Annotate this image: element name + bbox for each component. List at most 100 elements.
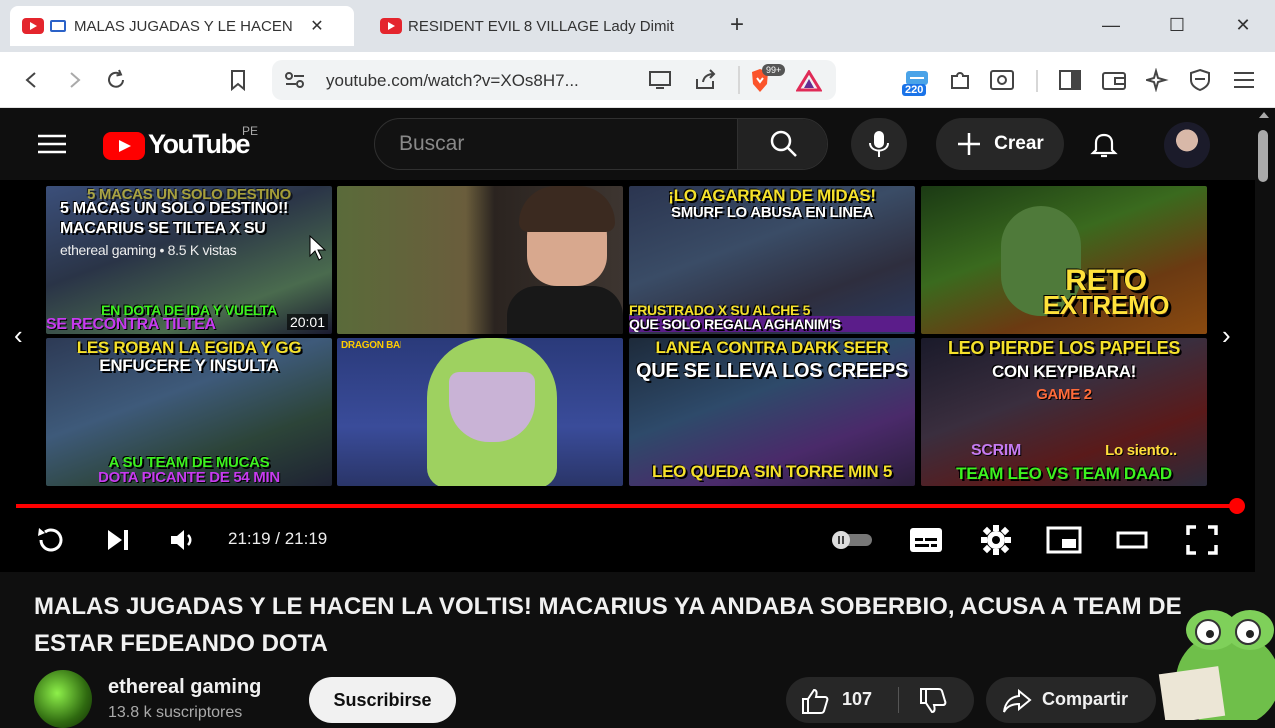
screen-share-icon: [50, 20, 66, 32]
miniplayer-button[interactable]: [1044, 522, 1084, 558]
subscribe-button[interactable]: Suscribirse: [309, 677, 456, 723]
streamer-hair: [519, 186, 615, 232]
close-window-button[interactable]: ✕: [1228, 10, 1258, 40]
endscreen-video-card[interactable]: 5 MACAS UN SOLO DESTINO 5 MACAS UN SOLO …: [46, 186, 332, 334]
microphone-icon: [869, 131, 889, 157]
reload-button[interactable]: [100, 64, 132, 96]
extensions-button[interactable]: [944, 64, 976, 96]
video-player[interactable]: ‹ › 5 MACAS UN SOLO DESTINO 5 MACAS UN S…: [0, 180, 1255, 572]
card-caption: GAME 2: [1036, 386, 1092, 403]
voice-search-button[interactable]: [851, 118, 907, 170]
endscreen-next-arrow-icon[interactable]: ›: [1222, 320, 1231, 351]
browser-tab-strip: MALAS JUGADAS Y LE HACEN ✕ RESIDENT EVIL…: [0, 0, 1275, 52]
region-code: PE: [242, 124, 259, 138]
next-video-button[interactable]: [98, 522, 138, 558]
browser-tab[interactable]: RESIDENT EVIL 8 VILLAGE Lady Dimit: [368, 6, 718, 46]
youtube-logo-text[interactable]: YouTube: [148, 129, 250, 160]
subtitles-button[interactable]: [906, 522, 946, 558]
notifications-bell-icon[interactable]: [1090, 130, 1118, 160]
theater-mode-button[interactable]: [1112, 522, 1152, 558]
settings-button[interactable]: [976, 522, 1016, 558]
new-tab-button[interactable]: +: [722, 10, 752, 40]
progress-bar[interactable]: [16, 504, 1239, 508]
menu-button[interactable]: [1228, 64, 1260, 96]
endscreen-video-card[interactable]: [337, 186, 623, 334]
url-text: youtube.com/watch?v=XOs8H7...: [326, 71, 579, 90]
cast-icon[interactable]: [648, 70, 672, 90]
card-hover-title-2: MACARIUS SE TILTEA X SU: [60, 220, 266, 237]
share-arrow-icon: [1003, 688, 1032, 713]
endscreen-video-card[interactable]: DRAGON BALL Z: [337, 338, 623, 486]
replay-icon: [38, 528, 63, 552]
extension-count-badge: 220: [902, 84, 927, 96]
autoplay-toggle-icon: [832, 531, 872, 549]
like-button[interactable]: 107: [786, 677, 898, 723]
maximize-button[interactable]: ☐: [1162, 10, 1192, 40]
volume-icon: [171, 530, 192, 550]
guide-menu-icon[interactable]: [38, 134, 66, 154]
channel-avatar[interactable]: [34, 670, 92, 728]
search-button[interactable]: [737, 119, 827, 169]
share-label: Compartir: [1042, 689, 1129, 709]
plus-icon: [958, 133, 981, 155]
site-settings-icon[interactable]: [284, 70, 306, 90]
browser-tab-active[interactable]: MALAS JUGADAS Y LE HACEN ✕: [10, 6, 354, 46]
thumbs-up-icon: [802, 688, 829, 714]
fullscreen-button[interactable]: [1182, 522, 1222, 558]
video-title: MALAS JUGADAS Y LE HACEN LA VOLTIS! MACA…: [34, 593, 1182, 657]
card-caption: EXTREMO: [1042, 290, 1170, 320]
search-input[interactable]: [375, 119, 737, 169]
endscreen-video-card[interactable]: LEO PIERDE LOS PAPELES CON KEYPIBARA! GA…: [921, 338, 1207, 486]
sidebar-button[interactable]: [1054, 64, 1086, 96]
endscreen-video-card[interactable]: LES ROBAN LA EGIDA Y GG ENFUCERE Y INSUL…: [46, 338, 332, 486]
back-button[interactable]: [16, 64, 48, 96]
puzzle-icon: [951, 72, 969, 89]
card-hover-title: 5 MACAS UN SOLO DESTINO!!: [60, 200, 289, 217]
tab-close-icon[interactable]: ✕: [307, 16, 327, 36]
share-icon[interactable]: [694, 69, 718, 91]
card-caption: LEO PIERDE LOS PAPELES: [947, 338, 1181, 358]
brave-rewards-icon[interactable]: [796, 70, 822, 92]
streamer-shirt: [507, 286, 623, 334]
youtube-favicon-icon: [380, 18, 402, 34]
autoplay-toggle[interactable]: [830, 522, 876, 558]
scroll-up-arrow-icon[interactable]: [1259, 112, 1269, 118]
leo-ai-button[interactable]: [1142, 64, 1174, 96]
shield-icon: [1190, 68, 1210, 92]
card-caption: ENFUCERE Y INSULTA: [99, 356, 279, 375]
wallet-icon: [1102, 72, 1126, 90]
search-box: [374, 118, 828, 170]
like-divider: [898, 687, 899, 713]
volume-button[interactable]: [164, 522, 204, 558]
reader-mode-button[interactable]: [986, 64, 1018, 96]
avatar[interactable]: [1164, 122, 1210, 168]
vpn-button[interactable]: [1184, 64, 1216, 96]
share-button[interactable]: Compartir: [986, 677, 1156, 723]
wallet-button[interactable]: [1098, 64, 1130, 96]
tab-title: RESIDENT EVIL 8 VILLAGE Lady Dimit: [408, 17, 674, 35]
minimize-button[interactable]: —: [1096, 10, 1126, 40]
address-bar[interactable]: youtube.com/watch?v=XOs8H7... 99+: [272, 60, 836, 100]
endscreen-video-card[interactable]: RETO EXTREMO: [921, 186, 1207, 334]
card-caption: ¡LO AGARRAN DE MIDAS!: [668, 186, 876, 205]
channel-name[interactable]: ethereal gaming: [108, 676, 261, 699]
card-caption: DOTA PICANTE DE 54 MIN: [98, 469, 280, 486]
youtube-logo-icon[interactable]: [103, 132, 145, 160]
endscreen-prev-arrow-icon[interactable]: ‹: [14, 320, 23, 351]
subscriber-count: 13.8 k suscriptores: [108, 704, 243, 721]
progress-scrubber[interactable]: [1229, 498, 1245, 514]
page-scrollbar-thumb[interactable]: [1258, 130, 1268, 182]
extension-badge-button[interactable]: 220: [900, 62, 934, 100]
create-button[interactable]: Crear: [936, 118, 1064, 170]
next-icon: [108, 530, 128, 550]
replay-button[interactable]: [30, 522, 70, 558]
miniplayer-icon: [1046, 526, 1082, 554]
endscreen-video-card[interactable]: ¡LO AGARRAN DE MIDAS! SMURF LO ABUSA EN …: [629, 186, 915, 334]
sparkle-icon: [1146, 68, 1169, 92]
dislike-button[interactable]: [900, 677, 974, 723]
endscreen-video-card[interactable]: LANEA CONTRA DARK SEER QUE SE LLEVA LOS …: [629, 338, 915, 486]
play-triangle: [119, 140, 131, 152]
forward-button[interactable]: [58, 64, 90, 96]
bookmark-button[interactable]: [222, 64, 254, 96]
hamburger-menu-icon: [1234, 72, 1254, 88]
